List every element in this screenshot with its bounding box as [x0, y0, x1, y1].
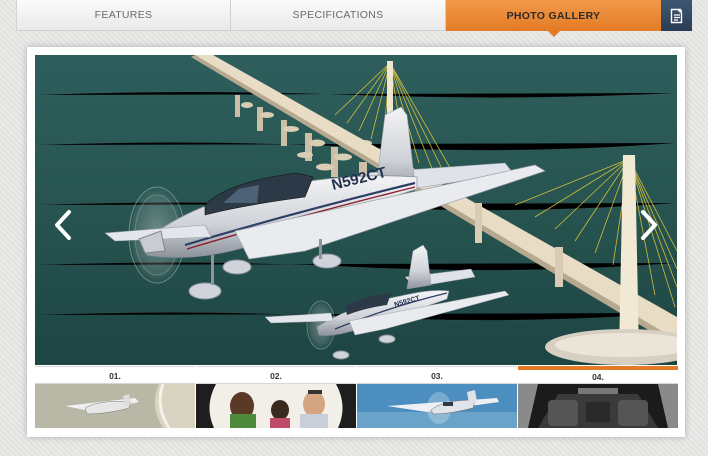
thumbnail-2[interactable]: 02. [196, 366, 356, 429]
chevron-left-icon [55, 210, 71, 240]
main-photo: N592CT N592CT [35, 55, 677, 365]
thumbnail-label: 01. [35, 366, 195, 384]
tab-photo-gallery[interactable]: PHOTO GALLERY [446, 0, 661, 37]
thumbnail-strip: 01. 02. 03. 04. [35, 366, 678, 429]
tab-features[interactable]: FEATURES [16, 0, 231, 31]
thumbnail-image-aircraft-sky [357, 384, 517, 428]
chevron-right-icon [641, 210, 657, 240]
thumbnail-label: 04. [518, 366, 678, 384]
thumbnail-3[interactable]: 03. [357, 366, 517, 429]
thumbnail-1[interactable]: 01. [35, 366, 195, 429]
thumbnail-image-aircraft-coast [35, 384, 195, 428]
next-photo-button[interactable] [635, 205, 663, 245]
add-note-icon [670, 8, 682, 23]
thumbnail-image-cabin-passengers [196, 384, 356, 428]
add-note-button[interactable] [661, 0, 692, 31]
thumbnail-4[interactable]: 04. [518, 366, 678, 429]
tab-specifications[interactable]: SPECIFICATIONS [231, 0, 446, 31]
thumbnail-label: 02. [196, 366, 356, 384]
photo-gallery-panel: N592CT N592CT 01. 02. 03. 04. [27, 47, 685, 437]
previous-photo-button[interactable] [49, 205, 77, 245]
section-tabs: FEATURES SPECIFICATIONS PHOTO GALLERY [16, 0, 692, 37]
thumbnail-image-cabin-interior [518, 384, 678, 428]
thumbnail-label: 03. [357, 366, 517, 384]
